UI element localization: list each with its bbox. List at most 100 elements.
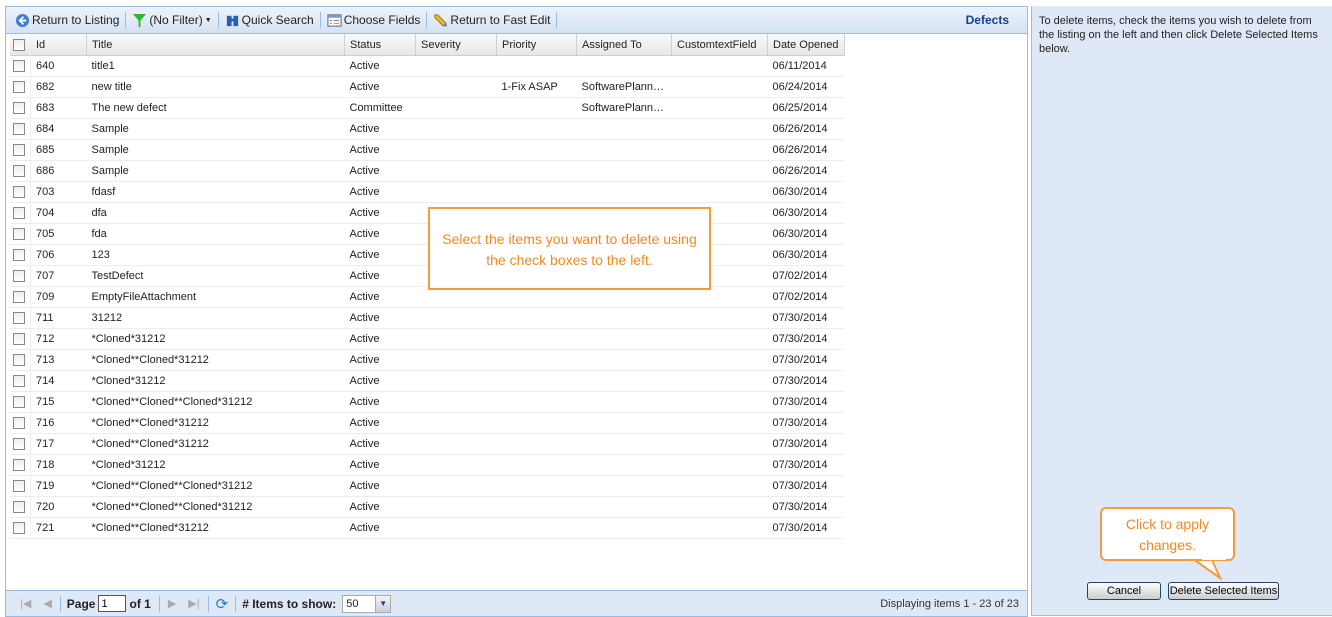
- table-row[interactable]: 714 *Cloned*31212 Active 07/30/2014: [10, 370, 845, 392]
- next-page-icon[interactable]: ▶: [168, 597, 176, 610]
- page-number-input[interactable]: [98, 595, 127, 612]
- table-row[interactable]: 713 *Cloned**Cloned*31212 Active 07/30/2014: [10, 349, 845, 371]
- row-checkbox-cell[interactable]: [10, 370, 31, 392]
- column-header[interactable]: Title: [86, 34, 345, 56]
- cell-customtextfield: [671, 139, 768, 161]
- row-checkbox[interactable]: [13, 375, 25, 388]
- cell-customtextfield: [671, 433, 768, 455]
- row-checkbox-cell[interactable]: [10, 160, 31, 182]
- return-to-fast-edit-button[interactable]: Return to Fast Edit: [429, 13, 554, 28]
- column-header[interactable]: Id: [30, 34, 87, 56]
- table-row[interactable]: 717 *Cloned**Cloned*31212 Active 07/30/2014: [10, 433, 845, 455]
- return-to-listing-button[interactable]: Return to Listing: [11, 13, 123, 28]
- table-row[interactable]: 719 *Cloned**Cloned**Cloned*31212 Active 07…: [10, 475, 845, 497]
- return-to-listing-label: Return to Listing: [32, 13, 120, 27]
- row-checkbox-cell[interactable]: [10, 181, 31, 203]
- cell-priority: [496, 391, 577, 413]
- table-row[interactable]: 716 *Cloned**Cloned*31212 Active 07/30/2014: [10, 412, 845, 434]
- refresh-icon[interactable]: ⟳: [216, 595, 229, 613]
- row-checkbox[interactable]: [13, 207, 25, 220]
- table-row[interactable]: 640 title1 Active 06/11/2014: [10, 55, 845, 77]
- row-checkbox[interactable]: [13, 60, 25, 73]
- cell-severity: [415, 454, 497, 476]
- row-checkbox-cell[interactable]: [10, 118, 31, 140]
- column-header[interactable]: Severity: [415, 34, 497, 56]
- row-checkbox[interactable]: [13, 480, 25, 493]
- row-checkbox-cell[interactable]: [10, 202, 31, 224]
- row-checkbox-cell[interactable]: [10, 433, 31, 455]
- delete-selected-items-button[interactable]: Delete Selected Items: [1168, 582, 1279, 600]
- row-checkbox[interactable]: [13, 438, 25, 451]
- row-checkbox-cell[interactable]: [10, 496, 31, 518]
- row-checkbox-cell[interactable]: [10, 244, 31, 266]
- table-row[interactable]: 684 Sample Active 06/26/2014: [10, 118, 845, 140]
- row-checkbox[interactable]: [13, 291, 25, 304]
- row-checkbox[interactable]: [13, 396, 25, 409]
- row-checkbox-cell[interactable]: [10, 286, 31, 308]
- table-row[interactable]: 711 31212 Active 07/30/2014: [10, 307, 845, 329]
- row-checkbox[interactable]: [13, 249, 25, 262]
- row-checkbox[interactable]: [13, 81, 25, 94]
- cancel-button[interactable]: Cancel: [1087, 582, 1161, 600]
- row-checkbox-cell[interactable]: [10, 76, 31, 98]
- cell-severity: [415, 160, 497, 182]
- row-checkbox[interactable]: [13, 228, 25, 241]
- row-checkbox-cell[interactable]: [10, 223, 31, 245]
- last-page-icon[interactable]: ▶|: [188, 597, 199, 610]
- row-checkbox[interactable]: [13, 354, 25, 367]
- row-checkbox-cell[interactable]: [10, 517, 31, 539]
- row-checkbox[interactable]: [13, 459, 25, 472]
- select-all-checkbox-cell[interactable]: [10, 34, 31, 56]
- cell-title: 123: [86, 244, 345, 266]
- table-row[interactable]: 720 *Cloned**Cloned**Cloned*31212 Active 07…: [10, 496, 845, 518]
- column-header[interactable]: CustomtextField: [671, 34, 768, 56]
- row-checkbox[interactable]: [13, 522, 25, 535]
- column-header[interactable]: Date Opened: [767, 34, 845, 56]
- row-checkbox[interactable]: [13, 186, 25, 199]
- row-checkbox-cell[interactable]: [10, 139, 31, 161]
- row-checkbox-cell[interactable]: [10, 454, 31, 476]
- row-checkbox[interactable]: [13, 165, 25, 178]
- table-row[interactable]: 682 new title Active 1-Fix ASAP SoftwarePlan…: [10, 76, 845, 98]
- row-checkbox-cell[interactable]: [10, 307, 31, 329]
- row-checkbox[interactable]: [13, 144, 25, 157]
- select-items-callout: Select the items you want to delete usin…: [428, 207, 711, 290]
- row-checkbox[interactable]: [13, 312, 25, 325]
- quick-search-button[interactable]: Quick Search: [221, 13, 318, 28]
- row-checkbox[interactable]: [13, 123, 25, 136]
- row-checkbox-cell[interactable]: [10, 475, 31, 497]
- column-header[interactable]: Status: [344, 34, 416, 56]
- chevron-down-icon[interactable]: ▼: [375, 595, 391, 612]
- cell-id: 640: [30, 55, 87, 77]
- row-checkbox[interactable]: [13, 333, 25, 346]
- items-to-show-select[interactable]: 50 ▼: [342, 594, 392, 613]
- row-checkbox-cell[interactable]: [10, 97, 31, 119]
- table-row[interactable]: 685 Sample Active 06/26/2014: [10, 139, 845, 161]
- table-row[interactable]: 683 The new defect Committee SoftwarePlann……: [10, 97, 845, 119]
- table-row[interactable]: 718 *Cloned*31212 Active 07/30/2014: [10, 454, 845, 476]
- row-checkbox-cell[interactable]: [10, 349, 31, 371]
- column-header[interactable]: Assigned To: [576, 34, 672, 56]
- cell-customtextfield: [671, 517, 768, 539]
- row-checkbox-cell[interactable]: [10, 55, 31, 77]
- row-checkbox[interactable]: [13, 270, 25, 283]
- row-checkbox-cell[interactable]: [10, 391, 31, 413]
- cell-date-opened: 07/30/2014: [767, 433, 845, 455]
- table-row[interactable]: 721 *Cloned**Cloned*31212 Active 07/30/2014: [10, 517, 845, 539]
- row-checkbox-cell[interactable]: [10, 328, 31, 350]
- choose-fields-button[interactable]: Choose Fields: [323, 13, 425, 28]
- row-checkbox[interactable]: [13, 417, 25, 430]
- column-header[interactable]: Priority: [496, 34, 577, 56]
- filter-dropdown[interactable]: (No Filter) ▼: [128, 13, 215, 28]
- prev-page-icon[interactable]: ◀: [43, 597, 51, 610]
- select-all-checkbox[interactable]: [13, 38, 25, 51]
- table-row[interactable]: 686 Sample Active 06/26/2014: [10, 160, 845, 182]
- table-row[interactable]: 703 fdasf Active 06/30/2014: [10, 181, 845, 203]
- row-checkbox-cell[interactable]: [10, 265, 31, 287]
- table-row[interactable]: 712 *Cloned*31212 Active 07/30/2014: [10, 328, 845, 350]
- row-checkbox[interactable]: [13, 102, 25, 115]
- table-row[interactable]: 715 *Cloned**Cloned**Cloned*31212 Active 07…: [10, 391, 845, 413]
- row-checkbox-cell[interactable]: [10, 412, 31, 434]
- first-page-icon[interactable]: |◀: [20, 597, 31, 610]
- row-checkbox[interactable]: [13, 501, 25, 514]
